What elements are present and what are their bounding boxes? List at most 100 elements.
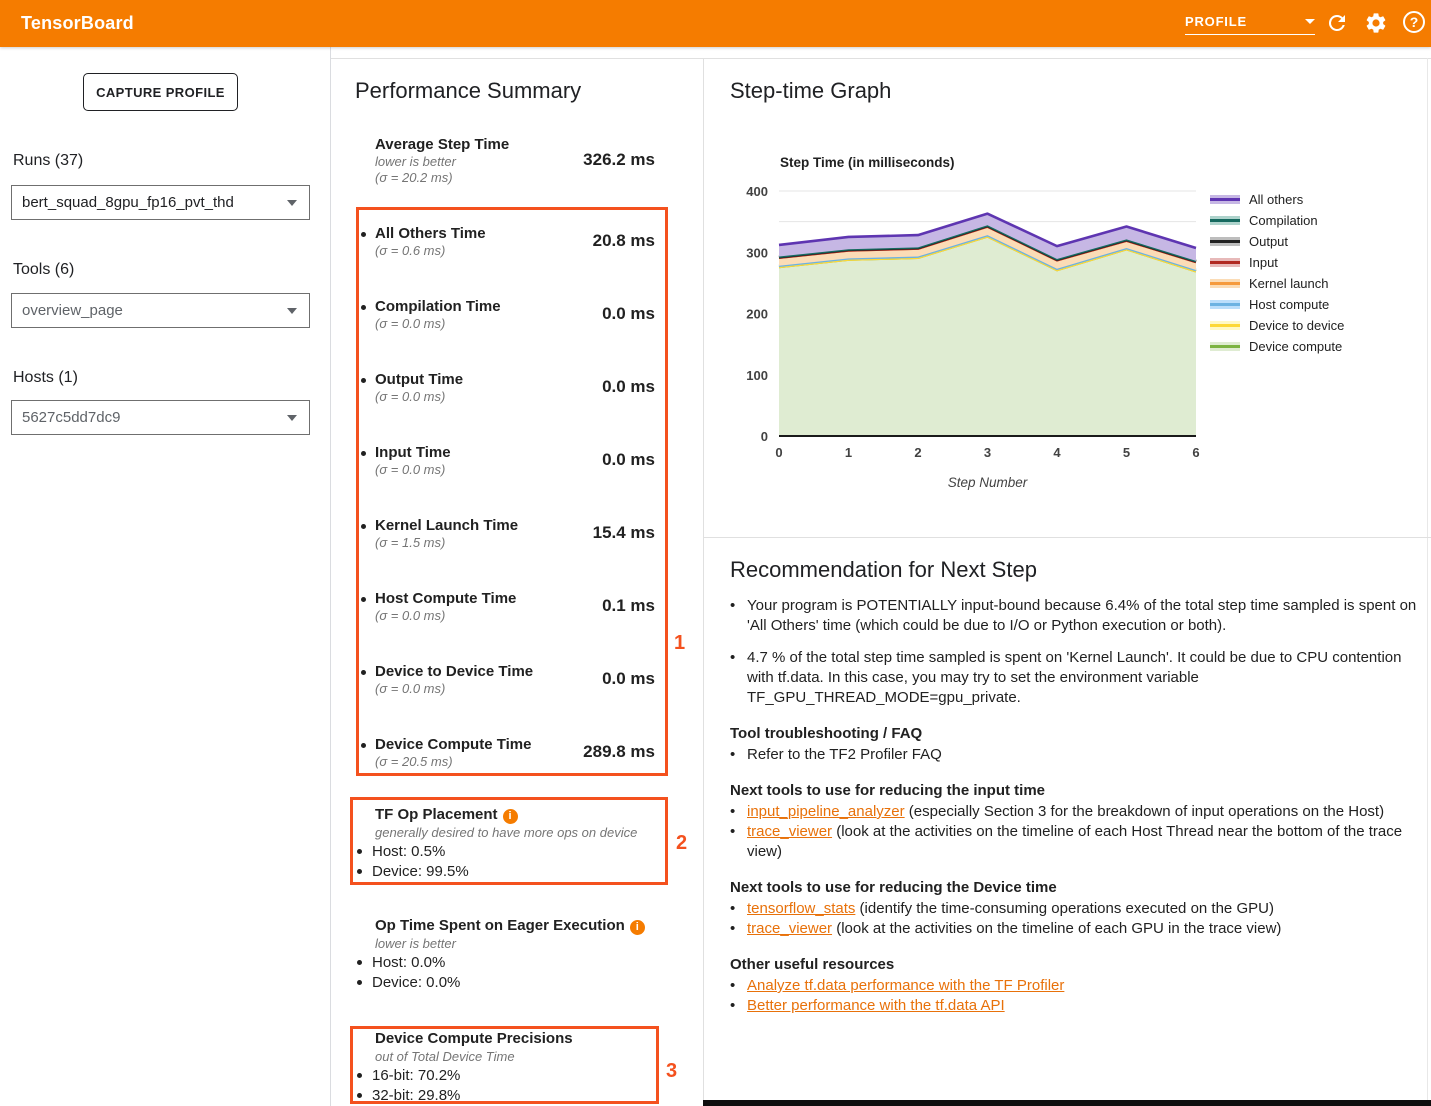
legend-label: Kernel launch	[1249, 276, 1329, 291]
rec-link[interactable]: trace_viewer	[747, 920, 832, 937]
summary-item: Device Compute Time (σ = 20.5 ms) 289.8 …	[355, 736, 655, 770]
capture-profile-button[interactable]: CAPTURE PROFILE	[83, 73, 238, 111]
bullet-icon	[361, 597, 366, 602]
bullet-icon: •	[730, 976, 747, 996]
recommendation-title: Recommendation for Next Step	[730, 556, 1418, 584]
card-divider	[704, 537, 1431, 538]
precision-16bit: 16-bit: 70.2%	[355, 1066, 660, 1085]
legend-swatch-icon	[1210, 342, 1240, 351]
rec-link[interactable]: trace_viewer	[747, 823, 832, 840]
rec-link[interactable]: input_pipeline_analyzer	[747, 803, 905, 820]
svg-text:0: 0	[775, 445, 782, 460]
legend-label: Device compute	[1249, 339, 1342, 354]
rec-item: • Analyze tf.data performance with the T…	[730, 976, 1418, 996]
bullet-icon: •	[730, 899, 747, 919]
svg-text:3: 3	[984, 445, 991, 460]
tf-op-placement-device: Device: 99.5%	[355, 862, 660, 881]
svg-text:4: 4	[1053, 445, 1061, 460]
rec-item: • Better performance with the tf.data AP…	[730, 996, 1418, 1016]
eager-execution-title: Op Time Spent on Eager Execution	[355, 917, 660, 935]
legend-swatch-icon	[1210, 258, 1240, 267]
summary-item-value: 0.0 ms	[602, 450, 655, 470]
bullet-icon: •	[730, 648, 747, 708]
rec-item: • Refer to the TF2 Profiler FAQ	[730, 745, 1418, 765]
rec-link[interactable]: Analyze tf.data performance with the TF …	[747, 977, 1064, 994]
average-step-time: Average Step Time lower is better (σ = 2…	[355, 136, 655, 186]
rec-item: • trace_viewer (look at the activities o…	[730, 919, 1418, 939]
tools-select[interactable]: overview_page	[11, 293, 310, 328]
content-top-border	[331, 58, 1431, 59]
legend-swatch-icon	[1210, 321, 1240, 330]
summary-item: Compilation Time (σ = 0.0 ms) 0.0 ms	[355, 298, 655, 332]
rec-section-heading: Next tools to use for reducing the Devic…	[730, 878, 1418, 898]
eager-execution-subtitle: lower is better	[355, 936, 660, 952]
legend-item: Device to device	[1210, 315, 1344, 336]
legend-swatch-icon	[1210, 195, 1240, 204]
chart-legend: All others Compilation Output Input Kernel l…	[1210, 189, 1344, 357]
app-header: TensorBoard PROFILE	[0, 0, 1431, 47]
legend-item: Input	[1210, 252, 1344, 273]
rec-item: • tensorflow_stats (identify the time-co…	[730, 899, 1418, 919]
runs-select[interactable]: bert_squad_8gpu_fp16_pvt_thd	[11, 185, 310, 220]
eager-execution-device: Device: 0.0%	[355, 973, 660, 992]
legend-item: Compilation	[1210, 210, 1344, 231]
bullet-icon	[361, 305, 366, 310]
sidebar-divider	[330, 47, 331, 1106]
eager-execution: Op Time Spent on Eager Execution lower i…	[355, 917, 660, 992]
legend-swatch-icon	[1210, 216, 1240, 225]
legend-label: Input	[1249, 255, 1278, 270]
bullet-icon	[361, 670, 366, 675]
precision-32bit: 32-bit: 29.8%	[355, 1086, 660, 1105]
tools-label: Tools (6)	[13, 261, 74, 279]
rec-item: • input_pipeline_analyzer (especially Se…	[730, 802, 1418, 822]
bullet-icon: •	[730, 996, 747, 1016]
summary-item-value: 0.0 ms	[602, 304, 655, 324]
legend-item: Host compute	[1210, 294, 1344, 315]
tools-select-value: overview_page	[22, 302, 123, 319]
legend-label: Compilation	[1249, 213, 1318, 228]
bullet-icon	[361, 524, 366, 529]
average-step-time-value: 326.2 ms	[583, 150, 655, 170]
summary-item: Host Compute Time (σ = 0.0 ms) 0.1 ms	[355, 590, 655, 624]
dashboard-selector-value: PROFILE	[1185, 14, 1247, 29]
summary-item-value: 15.4 ms	[593, 523, 655, 543]
dashboard-selector[interactable]: PROFILE	[1185, 9, 1315, 35]
tf-op-placement-title: TF Op Placement	[355, 806, 660, 824]
rec-link[interactable]: Better performance with the tf.data API	[747, 997, 1005, 1014]
info-icon[interactable]	[503, 809, 518, 824]
bullet-icon: •	[730, 822, 747, 862]
performance-summary-title: Performance Summary	[355, 78, 581, 104]
rec-item: • trace_viewer (look at the activities o…	[730, 822, 1418, 862]
runs-label: Runs (37)	[13, 152, 83, 170]
tf-op-placement: TF Op Placement generally desired to hav…	[355, 806, 660, 881]
rec-link[interactable]: tensorflow_stats	[747, 900, 855, 917]
bullet-icon: •	[730, 745, 747, 765]
tf-op-placement-subtitle: generally desired to have more ops on de…	[355, 825, 660, 841]
rec-section-heading: Other useful resources	[730, 955, 1418, 975]
step-time-graph-title: Step-time Graph	[730, 78, 891, 104]
bullet-icon	[361, 451, 366, 456]
bullet-icon	[361, 743, 366, 748]
bullet-icon	[361, 378, 366, 383]
info-icon[interactable]	[630, 920, 645, 935]
hosts-label: Hosts (1)	[13, 369, 78, 387]
summary-item-value: 289.8 ms	[583, 742, 655, 762]
help-icon[interactable]	[1403, 11, 1425, 33]
refresh-icon[interactable]	[1325, 11, 1349, 35]
legend-label: Output	[1249, 234, 1288, 249]
svg-text:2: 2	[914, 445, 921, 460]
legend-swatch-icon	[1210, 300, 1240, 309]
legend-item: Output	[1210, 231, 1344, 252]
svg-text:300: 300	[746, 245, 768, 260]
annotation-label-2: 2	[676, 832, 687, 855]
legend-label: All others	[1249, 192, 1303, 207]
legend-swatch-icon	[1210, 279, 1240, 288]
summary-item-value: 0.0 ms	[602, 377, 655, 397]
recommendation-bullet-text: Your program is POTENTIALLY input-bound …	[747, 596, 1418, 636]
hosts-select[interactable]: 5627c5dd7dc9	[11, 400, 310, 435]
summary-item: All Others Time (σ = 0.6 ms) 20.8 ms	[355, 225, 655, 259]
svg-text:Step Time (in milliseconds): Step Time (in milliseconds)	[780, 155, 955, 170]
recommendation-bullet-text: 4.7 % of the total step time sampled is …	[747, 648, 1418, 708]
svg-text:0: 0	[761, 429, 768, 444]
settings-icon[interactable]	[1364, 11, 1388, 35]
